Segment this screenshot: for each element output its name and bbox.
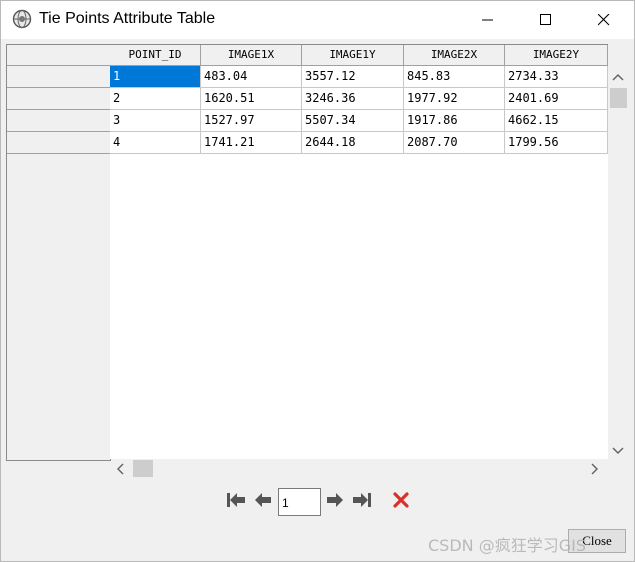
table-cell[interactable]: 3 [110, 110, 201, 132]
attribute-grid[interactable]: POINT_ID IMAGE1X IMAGE1Y IMAGE2X IMAGE2Y… [110, 44, 608, 459]
column-header-image1x[interactable]: IMAGE1X [201, 45, 302, 66]
vertical-scroll-thumb[interactable] [610, 88, 627, 108]
next-page-icon [326, 492, 344, 513]
table-cell[interactable]: 1527.97 [201, 110, 302, 132]
table-cell[interactable]: 3557.12 [302, 66, 404, 88]
table-cell[interactable]: 2087.70 [404, 132, 505, 154]
first-page-icon [226, 492, 246, 513]
table-cell[interactable]: 2401.69 [505, 88, 608, 110]
table-cell[interactable]: 5507.34 [302, 110, 404, 132]
title-bar[interactable]: Tie Points Attribute Table [1, 1, 634, 39]
column-header-image2y[interactable]: IMAGE2Y [505, 45, 608, 66]
table-cell[interactable]: 483.04 [201, 66, 302, 88]
table-cell[interactable]: 1741.21 [201, 132, 302, 154]
minimize-button[interactable] [465, 1, 511, 39]
horizontal-scroll-thumb[interactable] [133, 460, 153, 477]
vertical-scrollbar[interactable] [608, 64, 628, 459]
table-cell[interactable]: 2644.18 [302, 132, 404, 154]
row-header[interactable] [7, 132, 110, 154]
column-header-image1y[interactable]: IMAGE1Y [302, 45, 404, 66]
table-cell[interactable]: 3246.36 [302, 88, 404, 110]
table-cell[interactable]: 1917.86 [404, 110, 505, 132]
maximize-button[interactable] [523, 1, 569, 39]
scroll-right-icon[interactable] [591, 462, 599, 480]
delete-button[interactable] [390, 491, 412, 513]
table-cell[interactable]: 2 [110, 88, 201, 110]
table-cell[interactable]: 4 [110, 132, 201, 154]
last-page-button[interactable] [351, 492, 373, 512]
table-cell[interactable]: 1977.92 [404, 88, 505, 110]
previous-page-button[interactable] [252, 492, 274, 512]
app-globe-icon [12, 9, 32, 29]
row-header-corner[interactable] [7, 45, 110, 66]
next-page-button[interactable] [324, 492, 346, 512]
row-header-column [6, 44, 111, 461]
previous-page-icon [254, 492, 272, 513]
first-page-button[interactable] [225, 492, 247, 512]
horizontal-scrollbar[interactable] [111, 459, 608, 477]
window-close-button[interactable] [581, 1, 627, 39]
table-cell[interactable]: 1 [110, 66, 201, 88]
watermark-text: CSDN @疯狂学习GIS [428, 536, 586, 555]
scroll-left-icon[interactable] [116, 462, 124, 480]
table-cell[interactable]: 1799.56 [505, 132, 608, 154]
table-cell[interactable]: 845.83 [404, 66, 505, 88]
table-cell[interactable]: 1620.51 [201, 88, 302, 110]
table-cell[interactable]: 4662.15 [505, 110, 608, 132]
page-number-input[interactable] [278, 488, 321, 516]
table-cell[interactable]: 2734.33 [505, 66, 608, 88]
close-button[interactable]: Close [568, 529, 626, 553]
column-header-image2x[interactable]: IMAGE2X [404, 45, 505, 66]
row-header[interactable] [7, 110, 110, 132]
delete-x-icon [392, 491, 410, 513]
column-header-row: POINT_ID IMAGE1X IMAGE1Y IMAGE2X IMAGE2Y [110, 45, 608, 66]
row-header[interactable] [7, 88, 110, 110]
attribute-table-window: Tie Points Attribute Table POINT_ID IMAG… [0, 0, 635, 562]
scroll-up-icon[interactable] [612, 68, 624, 86]
last-page-icon [352, 492, 372, 513]
column-header-point-id[interactable]: POINT_ID [110, 45, 201, 66]
scroll-down-icon[interactable] [612, 442, 624, 460]
window-title: Tie Points Attribute Table [39, 10, 216, 27]
row-header[interactable] [7, 66, 110, 88]
